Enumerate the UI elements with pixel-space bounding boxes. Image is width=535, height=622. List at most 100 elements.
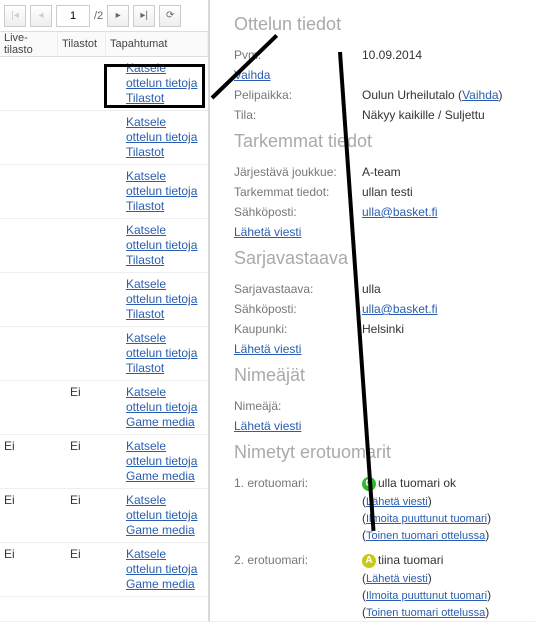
badge-a-icon: A xyxy=(362,554,376,568)
cell-tilastot xyxy=(66,165,122,218)
laheta3-link[interactable]: Lähetä viesti xyxy=(234,419,301,433)
jarjestava-label: Järjestävä joukkue: xyxy=(234,162,362,182)
pager-next-icon[interactable]: ▸ xyxy=(107,5,129,27)
table-row: Katsele ottelun tietojaTilastot xyxy=(0,273,208,327)
ref1-name: ulla tuomari ok xyxy=(378,476,456,490)
pvm-value: 10.09.2014 xyxy=(362,45,525,65)
katsele-link[interactable]: Katsele ottelun tietoja xyxy=(126,61,204,91)
cell-actions: Katsele ottelun tietojaGame media xyxy=(122,435,208,488)
cell-live xyxy=(0,381,66,434)
katsele-link[interactable]: Katsele ottelun tietoja xyxy=(126,385,204,415)
vertical-sep xyxy=(209,0,210,621)
cell-tilastot: Ei xyxy=(66,489,122,542)
tilastot-link[interactable]: Tilastot xyxy=(126,199,204,214)
cell-live xyxy=(0,165,66,218)
ref1-toinen-link[interactable]: Toinen tuomari ottelussa xyxy=(366,530,485,542)
table-row: EiEiKatsele ottelun tietojaGame media xyxy=(0,543,208,597)
pager-refresh-icon[interactable]: ⟳ xyxy=(159,5,181,27)
table-row: Katsele ottelun tietojaTilastot xyxy=(0,327,208,381)
col-tilastot[interactable]: Tilastot xyxy=(58,32,106,56)
cell-live xyxy=(0,219,66,272)
pager-prev-icon[interactable]: ◂ xyxy=(30,5,52,27)
tilastot-link[interactable]: Tilastot xyxy=(126,253,204,268)
tilastot-link[interactable]: Tilastot xyxy=(126,361,204,376)
katsele-link[interactable]: Katsele ottelun tietoja xyxy=(126,277,204,307)
tark-value: ullan testi xyxy=(362,182,525,202)
tilastot-link[interactable]: Tilastot xyxy=(126,307,204,322)
cell-actions: Katsele ottelun tietojaTilastot xyxy=(122,327,208,380)
section-nimeajat: Nimeäjät xyxy=(234,365,525,386)
ref2-laheta-link[interactable]: Lähetä viesti xyxy=(366,573,428,585)
cell-actions: Katsele ottelun tietojaTilastot xyxy=(122,111,208,164)
pager: |◂ ◂ /2 ▸ ▸| ⟳ xyxy=(0,0,208,32)
katsele-link[interactable]: Katsele ottelun tietoja xyxy=(126,223,204,253)
pelipaikka-value: Oulun Urheilutalo xyxy=(362,88,455,102)
sarjavastaava-label: Sarjavastaava: xyxy=(234,279,362,299)
cell-live: Ei xyxy=(0,543,66,596)
sahkoposti2-link[interactable]: ulla@basket.fi xyxy=(362,302,438,316)
col-tapahtumat[interactable]: Tapahtumat xyxy=(106,32,208,56)
table-row: EiKatsele ottelun tietojaGame media xyxy=(0,381,208,435)
gamemedia-link[interactable]: Game media xyxy=(126,469,204,484)
katsele-link[interactable]: Katsele ottelun tietoja xyxy=(126,493,204,523)
kaupunki-label: Kaupunki: xyxy=(234,319,362,339)
table-row: EiEiKatsele ottelun tietojaGame media xyxy=(0,489,208,543)
cell-live xyxy=(0,273,66,326)
cell-tilastot xyxy=(66,273,122,326)
table-row: EiEiKatsele ottelun tietojaGame media xyxy=(0,435,208,489)
cell-live: Ei xyxy=(0,435,66,488)
cell-tilastot xyxy=(66,219,122,272)
ref1-ilmoita-link[interactable]: Ilmoita puuttunut tuomari xyxy=(366,513,487,525)
table-header: Live-tilasto Tilastot Tapahtumat xyxy=(0,32,208,57)
laheta1-link[interactable]: Lähetä viesti xyxy=(234,225,301,239)
gamemedia-link[interactable]: Game media xyxy=(126,577,204,592)
tark-label: Tarkemmat tiedot: xyxy=(234,182,362,202)
katsele-link[interactable]: Katsele ottelun tietoja xyxy=(126,169,204,199)
tila-value: Näkyy kaikille / Suljettu xyxy=(362,105,525,125)
pager-last-icon[interactable]: ▸| xyxy=(133,5,155,27)
vaihda-paikka-link[interactable]: Vaihda xyxy=(462,88,498,102)
sarjavastaava-value: ulla xyxy=(362,279,525,299)
section-ottelun: Ottelun tiedot xyxy=(234,14,525,35)
ref2-ilmoita-link[interactable]: Ilmoita puuttunut tuomari xyxy=(366,590,487,602)
katsele-link[interactable]: Katsele ottelun tietoja xyxy=(126,439,204,469)
cell-actions: Katsele ottelun tietojaTilastot xyxy=(122,273,208,326)
ref2-name: tiina tuomari xyxy=(378,553,443,567)
table-row: Katsele ottelun tietojaTilastot xyxy=(0,111,208,165)
pager-first-icon[interactable]: |◂ xyxy=(4,5,26,27)
section-tarkemmat: Tarkemmat tiedot xyxy=(234,131,525,152)
cell-live: Ei xyxy=(0,489,66,542)
katsele-link[interactable]: Katsele ottelun tietoja xyxy=(126,331,204,361)
cell-actions: Katsele ottelun tietojaTilastot xyxy=(122,219,208,272)
cell-tilastot xyxy=(66,111,122,164)
gamemedia-link[interactable]: Game media xyxy=(126,523,204,538)
table-row: Katsele ottelun tietojaTilastot xyxy=(0,219,208,273)
cell-tilastot: Ei xyxy=(66,381,122,434)
pager-page-input[interactable] xyxy=(56,5,90,27)
cell-tilastot xyxy=(66,327,122,380)
katsele-link[interactable]: Katsele ottelun tietoja xyxy=(126,115,204,145)
cell-actions: Katsele ottelun tietojaTilastot xyxy=(122,165,208,218)
col-live[interactable]: Live-tilasto xyxy=(0,32,58,56)
table-row: Katsele ottelun tietojaTilastot xyxy=(0,57,208,111)
ref1-laheta-link[interactable]: Lähetä viesti xyxy=(366,496,428,508)
sahkoposti2-label: Sähköposti: xyxy=(234,299,362,319)
cell-actions: Katsele ottelun tietojaGame media xyxy=(122,543,208,596)
cell-live xyxy=(0,57,66,110)
tilastot-link[interactable]: Tilastot xyxy=(126,91,204,106)
laheta2-link[interactable]: Lähetä viesti xyxy=(234,342,301,356)
cell-live xyxy=(0,111,66,164)
katsele-link[interactable]: Katsele ottelun tietoja xyxy=(126,547,204,577)
table-body: Katsele ottelun tietojaTilastotKatsele o… xyxy=(0,57,208,597)
cell-live xyxy=(0,327,66,380)
jarjestava-value: A-team xyxy=(362,162,525,182)
cell-actions: Katsele ottelun tietojaTilastot xyxy=(122,57,208,110)
cell-tilastot xyxy=(66,57,122,110)
nimeaja-label: Nimeäjä: xyxy=(234,396,362,416)
gamemedia-link[interactable]: Game media xyxy=(126,415,204,430)
cell-tilastot: Ei xyxy=(66,435,122,488)
ref2-toinen-link[interactable]: Toinen tuomari ottelussa xyxy=(366,607,485,619)
sahkoposti1-link[interactable]: ulla@basket.fi xyxy=(362,205,438,219)
tilastot-link[interactable]: Tilastot xyxy=(126,145,204,160)
cell-actions: Katsele ottelun tietojaGame media xyxy=(122,381,208,434)
